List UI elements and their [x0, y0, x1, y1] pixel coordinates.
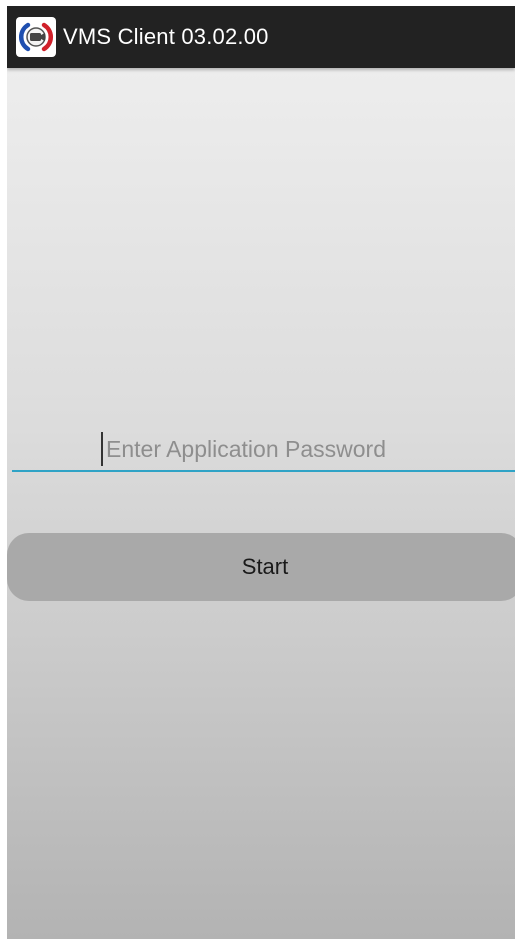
app-screen: VMS Client 03.02.00 Start: [7, 6, 515, 939]
action-bar: VMS Client 03.02.00: [7, 6, 515, 68]
password-input[interactable]: [106, 432, 426, 466]
text-cursor: [101, 432, 103, 466]
vms-camera-logo-icon: [16, 17, 56, 57]
app-title: VMS Client 03.02.00: [63, 24, 269, 49]
start-button[interactable]: Start: [7, 533, 515, 601]
password-field[interactable]: [12, 424, 515, 472]
